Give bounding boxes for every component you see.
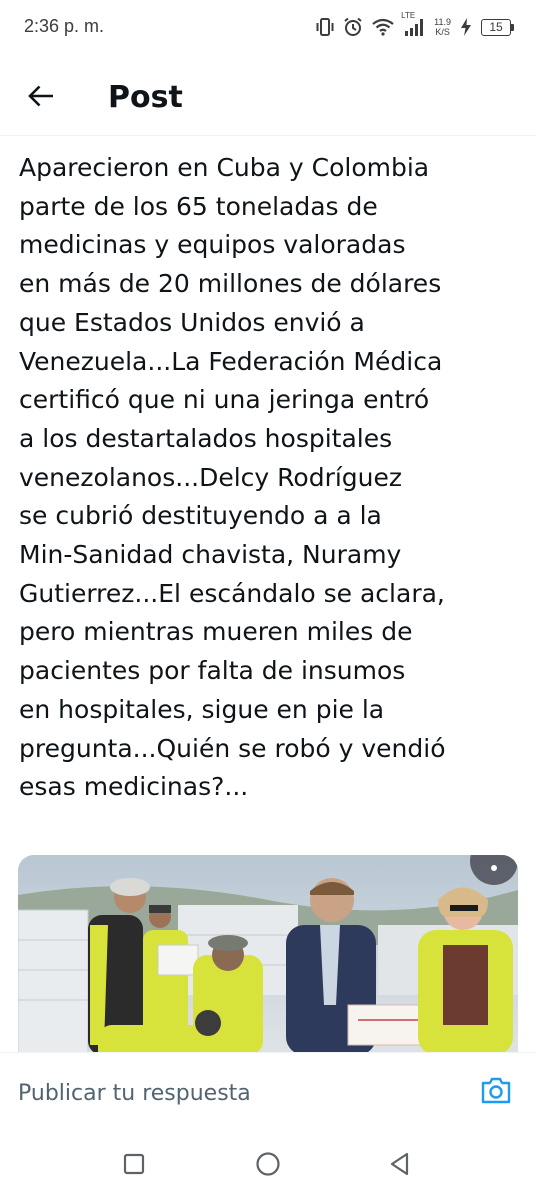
tweet-text-line: en hospitales, sigue en pie la bbox=[19, 694, 385, 724]
arrow-left-icon bbox=[28, 85, 54, 111]
status-bar: 2:36 p. m. LTE 11.9 K/S 15 bbox=[0, 0, 536, 56]
system-nav-bar bbox=[0, 1132, 536, 1200]
net-speed-value: 11.9 bbox=[434, 17, 451, 27]
recents-square-icon bbox=[123, 1153, 145, 1179]
tweet-photo[interactable] bbox=[18, 855, 518, 1055]
tweet-text-line: en más de 20 millones de dólares bbox=[19, 269, 442, 299]
wifi-icon bbox=[372, 18, 394, 36]
home-button[interactable] bbox=[252, 1150, 284, 1182]
home-circle-icon bbox=[255, 1151, 281, 1181]
alarm-icon bbox=[343, 17, 363, 37]
tweet-text-line: parte de los 65 toneladas de bbox=[19, 191, 378, 221]
net-speed: 11.9 K/S bbox=[434, 17, 451, 37]
more-dot-icon bbox=[491, 865, 497, 871]
tweet-text-line: se cubrió destituyendo a a la bbox=[19, 501, 382, 531]
tweet-text-line: pacientes por falta de insumos bbox=[19, 656, 406, 686]
tweet-text-line: esas medicinas?... bbox=[19, 772, 249, 802]
tweet-text-line: pero mientras mueren miles de bbox=[19, 617, 413, 647]
tweet-text-line: pregunta...Quién se robó y vendió bbox=[19, 733, 446, 763]
tweet-text-line: venezolanos...Delcy Rodríguez bbox=[19, 462, 403, 492]
tweet-text-line: certificó que ni una jeringa entró bbox=[19, 385, 430, 415]
camera-icon bbox=[480, 1077, 512, 1109]
page-title: Post bbox=[108, 80, 183, 115]
recents-button[interactable] bbox=[118, 1150, 150, 1182]
reply-input[interactable] bbox=[18, 1075, 458, 1111]
battery-level: 15 bbox=[481, 18, 511, 36]
photo-scene bbox=[18, 855, 518, 1055]
status-time: 2:36 p. m. bbox=[24, 16, 105, 36]
tweet-text: Aparecieron en Cuba y Colombia parte de … bbox=[19, 149, 519, 807]
network-type: LTE bbox=[401, 11, 416, 20]
signal-icon: LTE bbox=[401, 11, 425, 37]
reply-bar bbox=[0, 1052, 536, 1132]
tweet-text-line: medicinas y equipos valoradas bbox=[19, 230, 406, 260]
charging-icon bbox=[460, 18, 472, 36]
battery-icon: 15 bbox=[481, 18, 514, 36]
back-triangle-icon bbox=[388, 1152, 412, 1180]
tweet-text-line: Aparecieron en Cuba y Colombia bbox=[19, 153, 430, 182]
battery-tip bbox=[511, 23, 514, 31]
camera-button[interactable] bbox=[480, 1075, 516, 1109]
net-speed-unit: K/S bbox=[435, 27, 450, 37]
tweet-text-line: que Estados Unidos envió a bbox=[19, 307, 365, 337]
tweet-text-line: Min-Sanidad chavista, Nuramy bbox=[19, 540, 402, 570]
post-header: Post bbox=[0, 58, 536, 136]
status-icons: LTE 11.9 K/S 15 bbox=[316, 11, 514, 40]
back-button[interactable] bbox=[20, 78, 62, 118]
tweet-text-line: Gutierrez...El escándalo se aclara, bbox=[19, 578, 445, 608]
vibrate-icon bbox=[316, 17, 334, 37]
nav-back-button[interactable] bbox=[384, 1150, 416, 1182]
tweet-text-line: a los destartalados hospitales bbox=[19, 423, 393, 453]
tweet-text-line: Venezuela...La Federación Médica bbox=[19, 346, 443, 376]
